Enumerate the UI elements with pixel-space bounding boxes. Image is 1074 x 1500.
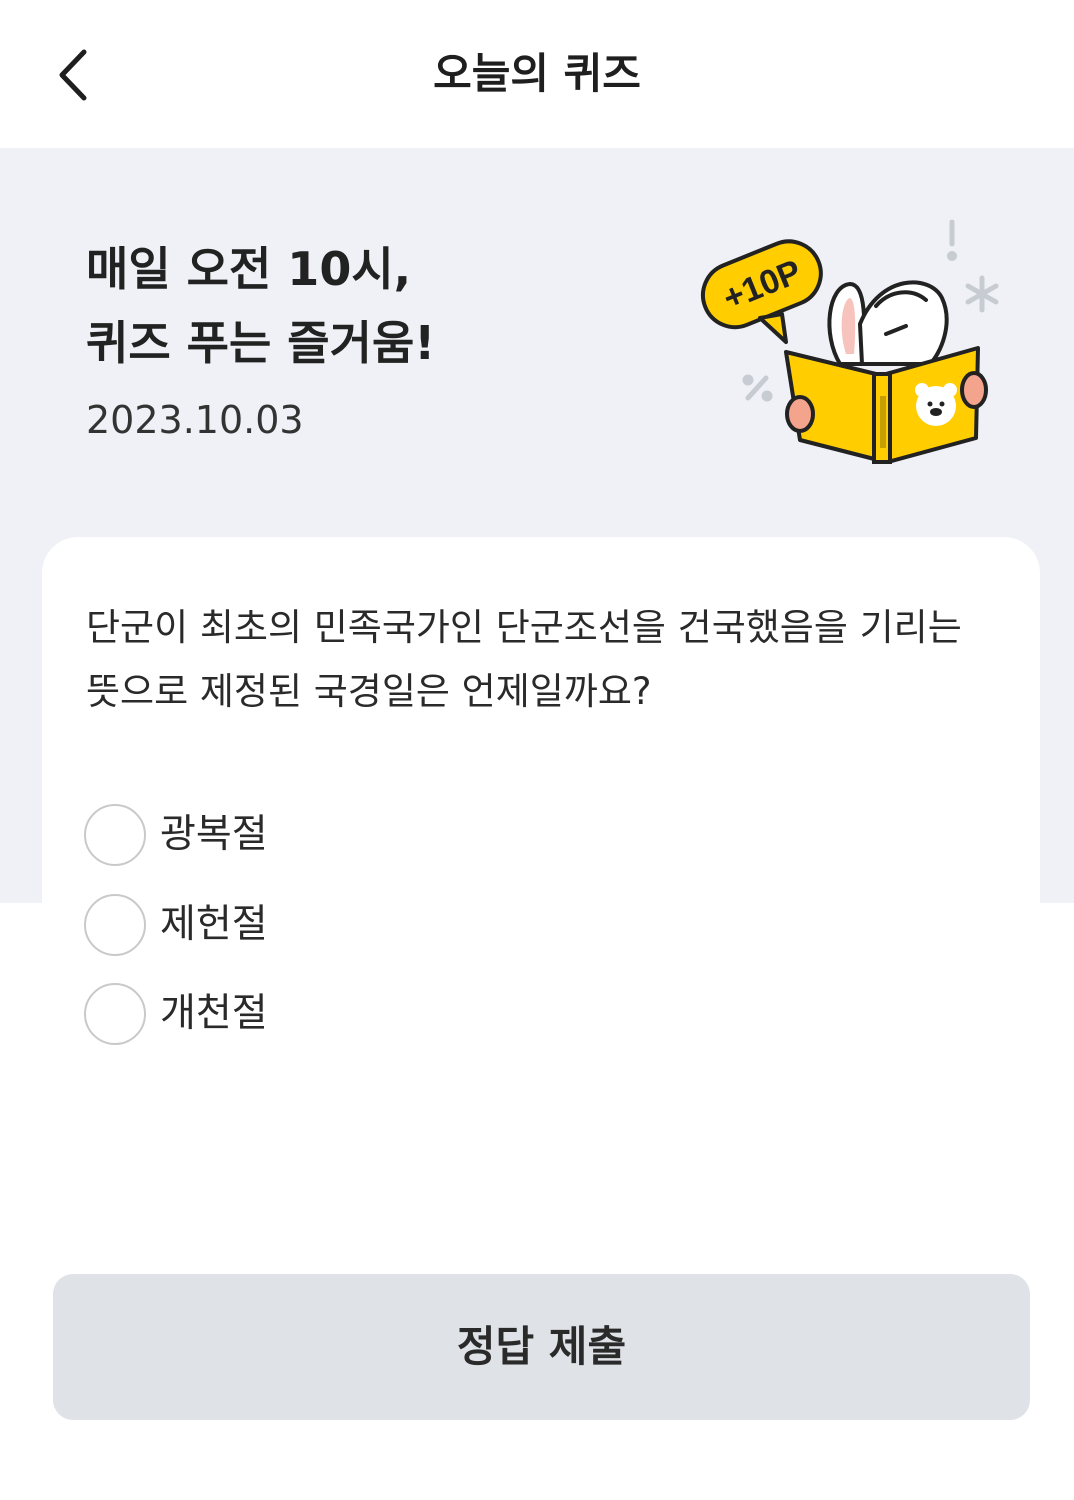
submit-answer-button[interactable]: 정답 제출 — [53, 1274, 1030, 1420]
app-header: 오늘의 퀴즈 — [0, 0, 1074, 148]
quiz-question: 단군이 최초의 민족국가인 단군조선을 건국했음을 기리는 뜻으로 제정된 국경… — [86, 606, 962, 713]
radio-button[interactable] — [84, 894, 146, 956]
quiz-date: 2023.10.03 — [86, 398, 304, 442]
answer-option-1[interactable]: 광복절 — [84, 804, 484, 868]
hero-headline-line1: 매일 오전 10시, — [86, 242, 412, 296]
radio-button[interactable] — [84, 983, 146, 1045]
answer-option-2[interactable]: 제헌절 — [84, 894, 484, 958]
answer-option-label: 광복절 — [160, 812, 268, 857]
hero-headline-line2: 퀴즈 푸는 즐거움! — [86, 316, 436, 370]
page-title: 오늘의 퀴즈 — [433, 49, 641, 98]
answer-option-label: 개천절 — [160, 991, 268, 1036]
radio-button[interactable] — [84, 804, 146, 866]
points-badge: +10P — [700, 239, 823, 344]
answer-option-label: 제헌절 — [160, 902, 268, 947]
left-hand — [785, 395, 815, 433]
answer-option-3[interactable]: 개천절 — [84, 983, 484, 1047]
right-hand — [960, 371, 988, 409]
rabbit-character — [827, 280, 949, 366]
rabbit-reading-book-illustration: +10P — [700, 219, 999, 464]
